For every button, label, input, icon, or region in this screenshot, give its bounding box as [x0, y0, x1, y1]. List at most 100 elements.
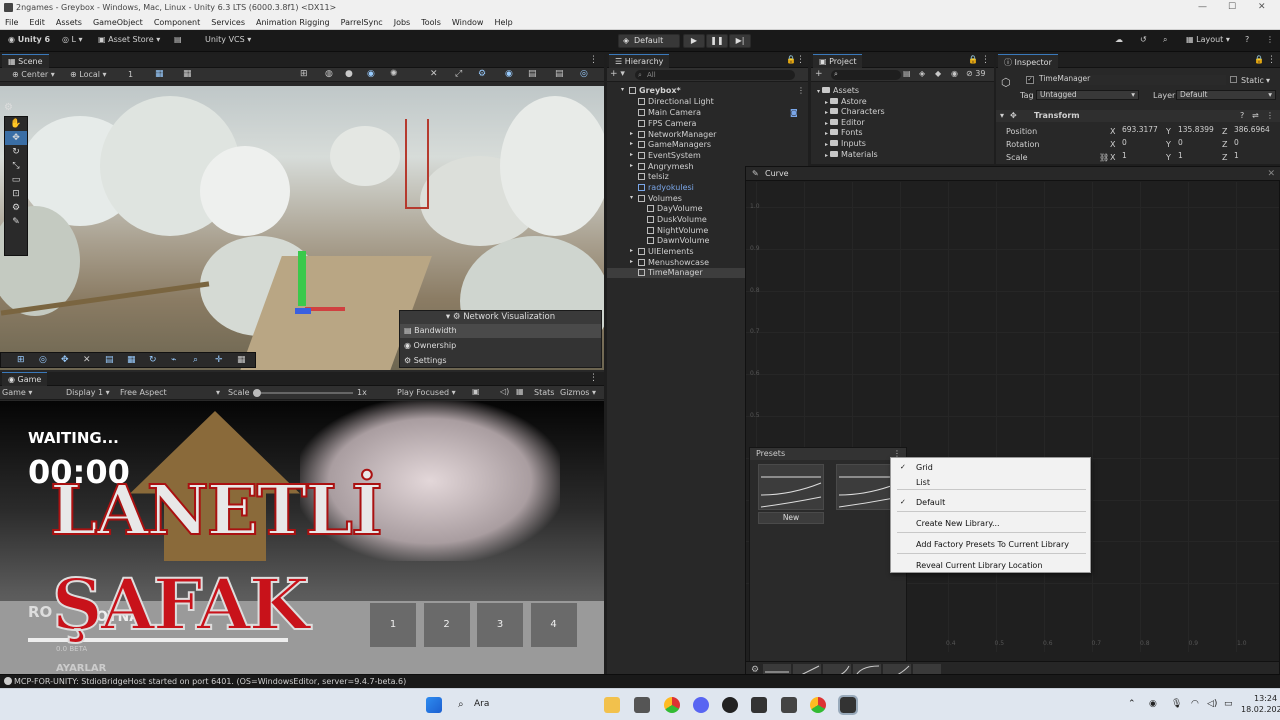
tab-game[interactable]: ◉ Game — [2, 372, 48, 386]
active-checkbox[interactable]: ✓ — [1026, 76, 1034, 84]
overlay-item-settings[interactable]: ⚙ Settings — [400, 353, 601, 368]
foldout-collapsed-icon[interactable]: ▸ — [825, 141, 828, 148]
project-filter-icon[interactable]: ▤ — [903, 69, 911, 78]
layout-dropdown[interactable]: ▦ Layout ▾ — [1186, 35, 1230, 44]
status-message[interactable]: MCP-FOR-UNITY: StdioBridgeHost started o… — [14, 677, 406, 686]
project-folder[interactable]: ▸ Fonts — [825, 128, 863, 137]
microphone-icon[interactable]: 🎙 — [1171, 699, 1182, 709]
tray-discord-icon[interactable]: ◉ — [1149, 699, 1157, 709]
foldout-collapsed-icon[interactable]: ▸ — [825, 130, 828, 137]
unity-editor-icon[interactable] — [838, 695, 858, 715]
menu-item-gameobject[interactable]: GameObject — [93, 18, 143, 27]
menu-item-edit[interactable]: Edit — [29, 18, 45, 27]
stats-button[interactable]: Stats — [534, 388, 554, 397]
menu-item-jobs[interactable]: Jobs — [394, 18, 411, 27]
project-lock-icon[interactable]: 🔒 — [968, 55, 978, 64]
navmesh-icon[interactable]: ⊞ — [17, 355, 25, 365]
rotation-x-field[interactable]: 0 — [1119, 139, 1165, 149]
context-menu-item-list[interactable]: List — [891, 476, 1090, 488]
path-icon[interactable]: ⌁ — [171, 355, 176, 365]
transform-presets-icon[interactable]: ⇌ — [1252, 111, 1259, 120]
project-folder[interactable]: ▸ Materials — [825, 150, 878, 159]
game-slot-button-4[interactable]: 4 — [530, 603, 577, 647]
grid-visibility-icon[interactable]: ▦ — [183, 69, 192, 79]
rotation-y-field[interactable]: 0 — [1175, 139, 1221, 149]
project-create-button[interactable]: + — [815, 69, 823, 79]
plus-icon[interactable]: ✛ — [215, 355, 223, 365]
layers-icon[interactable]: ▤ — [528, 69, 537, 79]
scale-slider[interactable] — [253, 389, 353, 397]
position-x-field[interactable]: 693.3177 — [1119, 126, 1165, 136]
game-slot-button-3[interactable]: 3 — [477, 603, 523, 647]
game-mode-dropdown[interactable]: Game ▾ — [2, 388, 32, 397]
tab-scene[interactable]: ▦ Scene — [2, 54, 49, 68]
playmode-target-dropdown[interactable]: ◈ Default — [618, 34, 680, 48]
object-name-field[interactable]: TimeManager — [1036, 75, 1226, 85]
context-menu-item-create-new-library[interactable]: Create New Library... — [891, 517, 1090, 529]
inspector-lock-icon[interactable]: 🔒 — [1254, 55, 1264, 64]
foldout-collapsed-icon[interactable]: ▸ — [630, 258, 633, 265]
scale-y-field[interactable]: 1 — [1175, 152, 1221, 162]
battery-icon[interactable]: ▭ — [1224, 699, 1233, 709]
transform-foldout-icon[interactable]: ▾ — [1000, 111, 1004, 120]
project-visibility-icon[interactable]: ◉ — [951, 69, 958, 78]
lattice-icon[interactable]: ▦ — [127, 355, 136, 365]
scale-x-field[interactable]: 1 — [1119, 152, 1165, 162]
cloud-icon[interactable]: ☁ — [1115, 35, 1123, 44]
scale-z-field[interactable]: 1 — [1231, 152, 1277, 162]
hand-tool-icon[interactable]: ✋ — [5, 117, 27, 131]
rotation-z-field[interactable]: 0 — [1231, 139, 1277, 149]
help-icon[interactable]: ? — [1245, 35, 1249, 44]
layer-dropdown[interactable]: Default ▾ — [1176, 90, 1276, 100]
audio-icon[interactable]: ✕ — [430, 69, 438, 79]
history-icon[interactable]: ↺ — [1140, 35, 1147, 44]
foldout-collapsed-icon[interactable]: ▸ — [630, 247, 633, 254]
project-folder[interactable]: ▸ Inputs — [825, 139, 866, 148]
menu-item-component[interactable]: Component — [154, 18, 200, 27]
stats-grid-icon[interactable]: ▦ — [516, 387, 524, 396]
menu-item-tools[interactable]: Tools — [421, 18, 441, 27]
foldout-expanded-icon[interactable]: ▾ — [621, 86, 624, 93]
github-icon[interactable] — [722, 697, 738, 713]
collider-icon[interactable]: ✥ — [61, 355, 69, 365]
maximize-button[interactable]: ☐ — [1228, 2, 1236, 12]
scale-slider-thumb[interactable] — [253, 389, 261, 397]
context-menu-item-grid[interactable]: ✓ Grid — [891, 461, 1090, 473]
overlay-header[interactable]: ▾ ⚙ Network Visualization — [400, 311, 601, 324]
move-tool-icon[interactable]: ✥ — [5, 131, 27, 145]
play-button[interactable]: ▶ — [683, 34, 705, 48]
rect-tool-icon[interactable]: ▭ — [5, 173, 27, 187]
unity-hub-icon[interactable] — [751, 697, 767, 713]
scene-tab-menu-icon[interactable]: ⋮ — [589, 55, 598, 65]
pause-button[interactable]: ❚❚ — [706, 34, 728, 48]
tab-hierarchy[interactable]: ☰ Hierarchy — [609, 54, 670, 68]
transform-tool-icon[interactable]: ⊡ — [5, 187, 27, 201]
project-folder[interactable]: ▸ Astore — [825, 97, 867, 106]
custom-tool-icon[interactable]: ⚙ — [5, 201, 27, 215]
project-label-icon[interactable]: ◆ — [935, 69, 941, 78]
snap-value[interactable]: 1 — [128, 70, 133, 79]
game-slot-button-1[interactable]: 1 — [370, 603, 416, 647]
static-dropdown-icon[interactable]: ▾ — [1266, 76, 1270, 85]
foldout-collapsed-icon[interactable]: ▸ — [630, 130, 633, 137]
overlay-item-ownership[interactable]: ◉ Ownership — [400, 338, 601, 353]
probe-icon[interactable]: ◎ — [39, 355, 47, 365]
more-icon[interactable]: ⋮ — [1266, 35, 1274, 44]
hierarchy-item[interactable]: Main Camera ◙ — [607, 108, 808, 118]
scale-tool-icon[interactable]: ⤡ — [5, 159, 27, 173]
menu-item-animation-rigging[interactable]: Animation Rigging — [256, 18, 330, 27]
foldout-collapsed-icon[interactable]: ▸ — [825, 109, 828, 116]
foldout-expanded-icon[interactable]: ▾ — [817, 88, 820, 95]
create-dropdown[interactable]: + ▾ — [610, 69, 625, 79]
minimize-button[interactable]: — — [1198, 2, 1207, 12]
file-explorer-icon[interactable] — [604, 697, 620, 713]
hierarchy-lock-icon[interactable]: 🔒 — [786, 55, 796, 64]
store-icon[interactable] — [634, 697, 650, 713]
project-folder[interactable]: ▸ Characters — [825, 107, 885, 116]
foldout-expanded-icon[interactable]: ▾ — [630, 194, 633, 201]
foldout-collapsed-icon[interactable]: ▸ — [825, 99, 828, 106]
chrome-icon[interactable] — [664, 697, 680, 713]
hierarchy-search-input[interactable]: ⌕ All — [635, 70, 795, 80]
project-search-input[interactable]: ⌕ — [831, 70, 901, 80]
hierarchy-item[interactable]: ▾ Greybox* ⋮ — [607, 86, 808, 96]
